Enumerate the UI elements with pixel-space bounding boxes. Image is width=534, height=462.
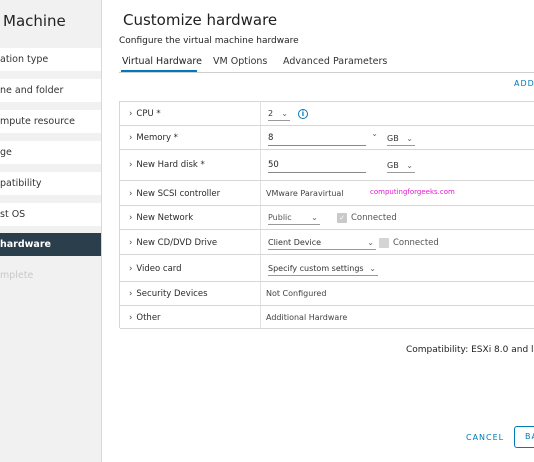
other-label[interactable]: › Other [129,313,161,323]
add-new-device-button[interactable]: ADD [514,79,534,88]
cd-dvd-label[interactable]: › New CD/DVD Drive [129,238,217,248]
chevron-down-icon: ⌄ [281,109,288,118]
column-divider [260,230,261,254]
cd-dvd-select[interactable]: Client Device ⌄ [268,237,376,250]
chevron-down-icon: ⌄ [311,213,318,222]
step-name-and-folder[interactable]: ne and folder [0,79,101,102]
scsi-type-value: VMware Paravirtual [266,189,344,198]
hardware-row-network: › New Network Public ⌄ ✓ Connected [120,206,534,230]
hardware-row-scsi: › New SCSI controller VMware Paravirtual … [120,181,534,206]
cpu-label[interactable]: › CPU * [129,109,161,119]
tab-advanced-parameters[interactable]: Advanced Parameters [283,56,387,67]
compatibility-text: Compatibility: ESXi 8.0 and late [406,345,534,355]
security-devices-value: Not Configured [266,289,327,298]
hard-disk-size-input[interactable]: 50 [268,159,366,173]
chevron-down-icon: ⌄ [371,129,378,138]
hardware-row-security-devices: › Security Devices Not Configured [120,282,534,306]
memory-unit-select[interactable]: GB ⌄ [387,133,415,146]
hardware-row-hard-disk: › New Hard disk * 50 GB ⌄ [120,150,534,181]
step-compute-resource[interactable]: mpute resource [0,110,101,133]
step-ready-to-complete: mplete [0,270,34,281]
cd-dvd-connected-label: Connected [393,238,439,248]
hard-disk-unit-select[interactable]: GB ⌄ [387,160,415,173]
info-circle-icon[interactable]: i [298,109,308,119]
hardware-row-other: › Other Additional Hardware [120,306,534,329]
step-customize-hardware[interactable]: hardware [0,233,101,256]
network-connected-checkbox[interactable]: ✓ [337,213,347,223]
chevron-right-icon[interactable]: › [129,213,132,223]
column-divider [260,126,261,149]
column-divider [260,206,261,229]
step-storage[interactable]: ge [0,141,101,164]
main-panel: Customize hardware Configure the virtual… [102,0,534,462]
chevron-right-icon[interactable]: › [129,109,132,119]
chevron-down-icon: ⌄ [406,161,413,170]
network-label[interactable]: › New Network [129,213,193,223]
chevron-right-icon[interactable]: › [129,264,132,274]
chevron-right-icon[interactable]: › [129,289,132,299]
active-tab-indicator [121,70,197,72]
chevron-down-icon: ⌄ [367,238,374,247]
scsi-label[interactable]: › New SCSI controller [129,189,220,199]
chevron-right-icon[interactable]: › [129,133,132,143]
step-compatibility[interactable]: patibility [0,172,101,195]
cancel-button[interactable]: CANCEL [466,433,504,442]
memory-dropdown-toggle[interactable]: ⌄ [370,128,380,141]
chevron-right-icon[interactable]: › [129,189,132,199]
column-divider [260,150,261,180]
watermark-text: computingforgeeks.com [370,188,455,196]
memory-label[interactable]: › Memory * [129,133,178,143]
tab-vm-options[interactable]: VM Options [213,56,267,67]
chevron-down-icon: ⌄ [406,134,413,143]
other-value: Additional Hardware [266,313,348,322]
column-divider [260,306,261,328]
hard-disk-label[interactable]: › New Hard disk * [129,160,205,170]
security-devices-label[interactable]: › Security Devices [129,289,208,299]
hardware-row-cpu: › CPU * 2 ⌄ i [120,102,534,126]
step-creation-type[interactable]: ation type [0,48,101,71]
hardware-table: › CPU * 2 ⌄ i › Memory * 8 ⌄ GB ⌄ › New … [119,101,534,329]
hardware-row-video-card: › Video card Specify custom settings ⌄ [120,255,534,282]
wizard-sidebar: Machine ation type ne and folder mpute r… [0,0,102,462]
column-divider [260,181,261,205]
video-card-label[interactable]: › Video card [129,264,182,274]
back-button[interactable]: BA [514,426,534,448]
step-guest-os[interactable]: st OS [0,203,101,226]
network-select[interactable]: Public ⌄ [268,212,320,225]
network-connected-label: Connected [351,213,397,223]
chevron-right-icon[interactable]: › [129,160,132,170]
tab-virtual-hardware[interactable]: Virtual Hardware [122,56,202,67]
tab-bar: Virtual Hardware VM Options Advanced Par… [119,54,534,73]
cpu-select[interactable]: 2 ⌄ [268,108,290,121]
page-subtitle: Configure the virtual machine hardware [119,36,299,46]
chevron-down-icon: ⌄ [369,264,376,273]
chevron-right-icon[interactable]: › [129,238,132,248]
video-card-select[interactable]: Specify custom settings ⌄ [268,263,378,276]
chevron-right-icon[interactable]: › [129,313,132,323]
column-divider [260,255,261,281]
page-title: Customize hardware [123,11,278,29]
memory-input[interactable]: 8 [268,132,366,146]
cd-dvd-connected-checkbox[interactable] [379,238,389,248]
column-divider [260,282,261,305]
column-divider [260,102,261,125]
hardware-row-cd-dvd: › New CD/DVD Drive Client Device ⌄ Connec… [120,230,534,255]
hardware-row-memory: › Memory * 8 ⌄ GB ⌄ [120,126,534,150]
wizard-title: Machine [3,12,66,30]
